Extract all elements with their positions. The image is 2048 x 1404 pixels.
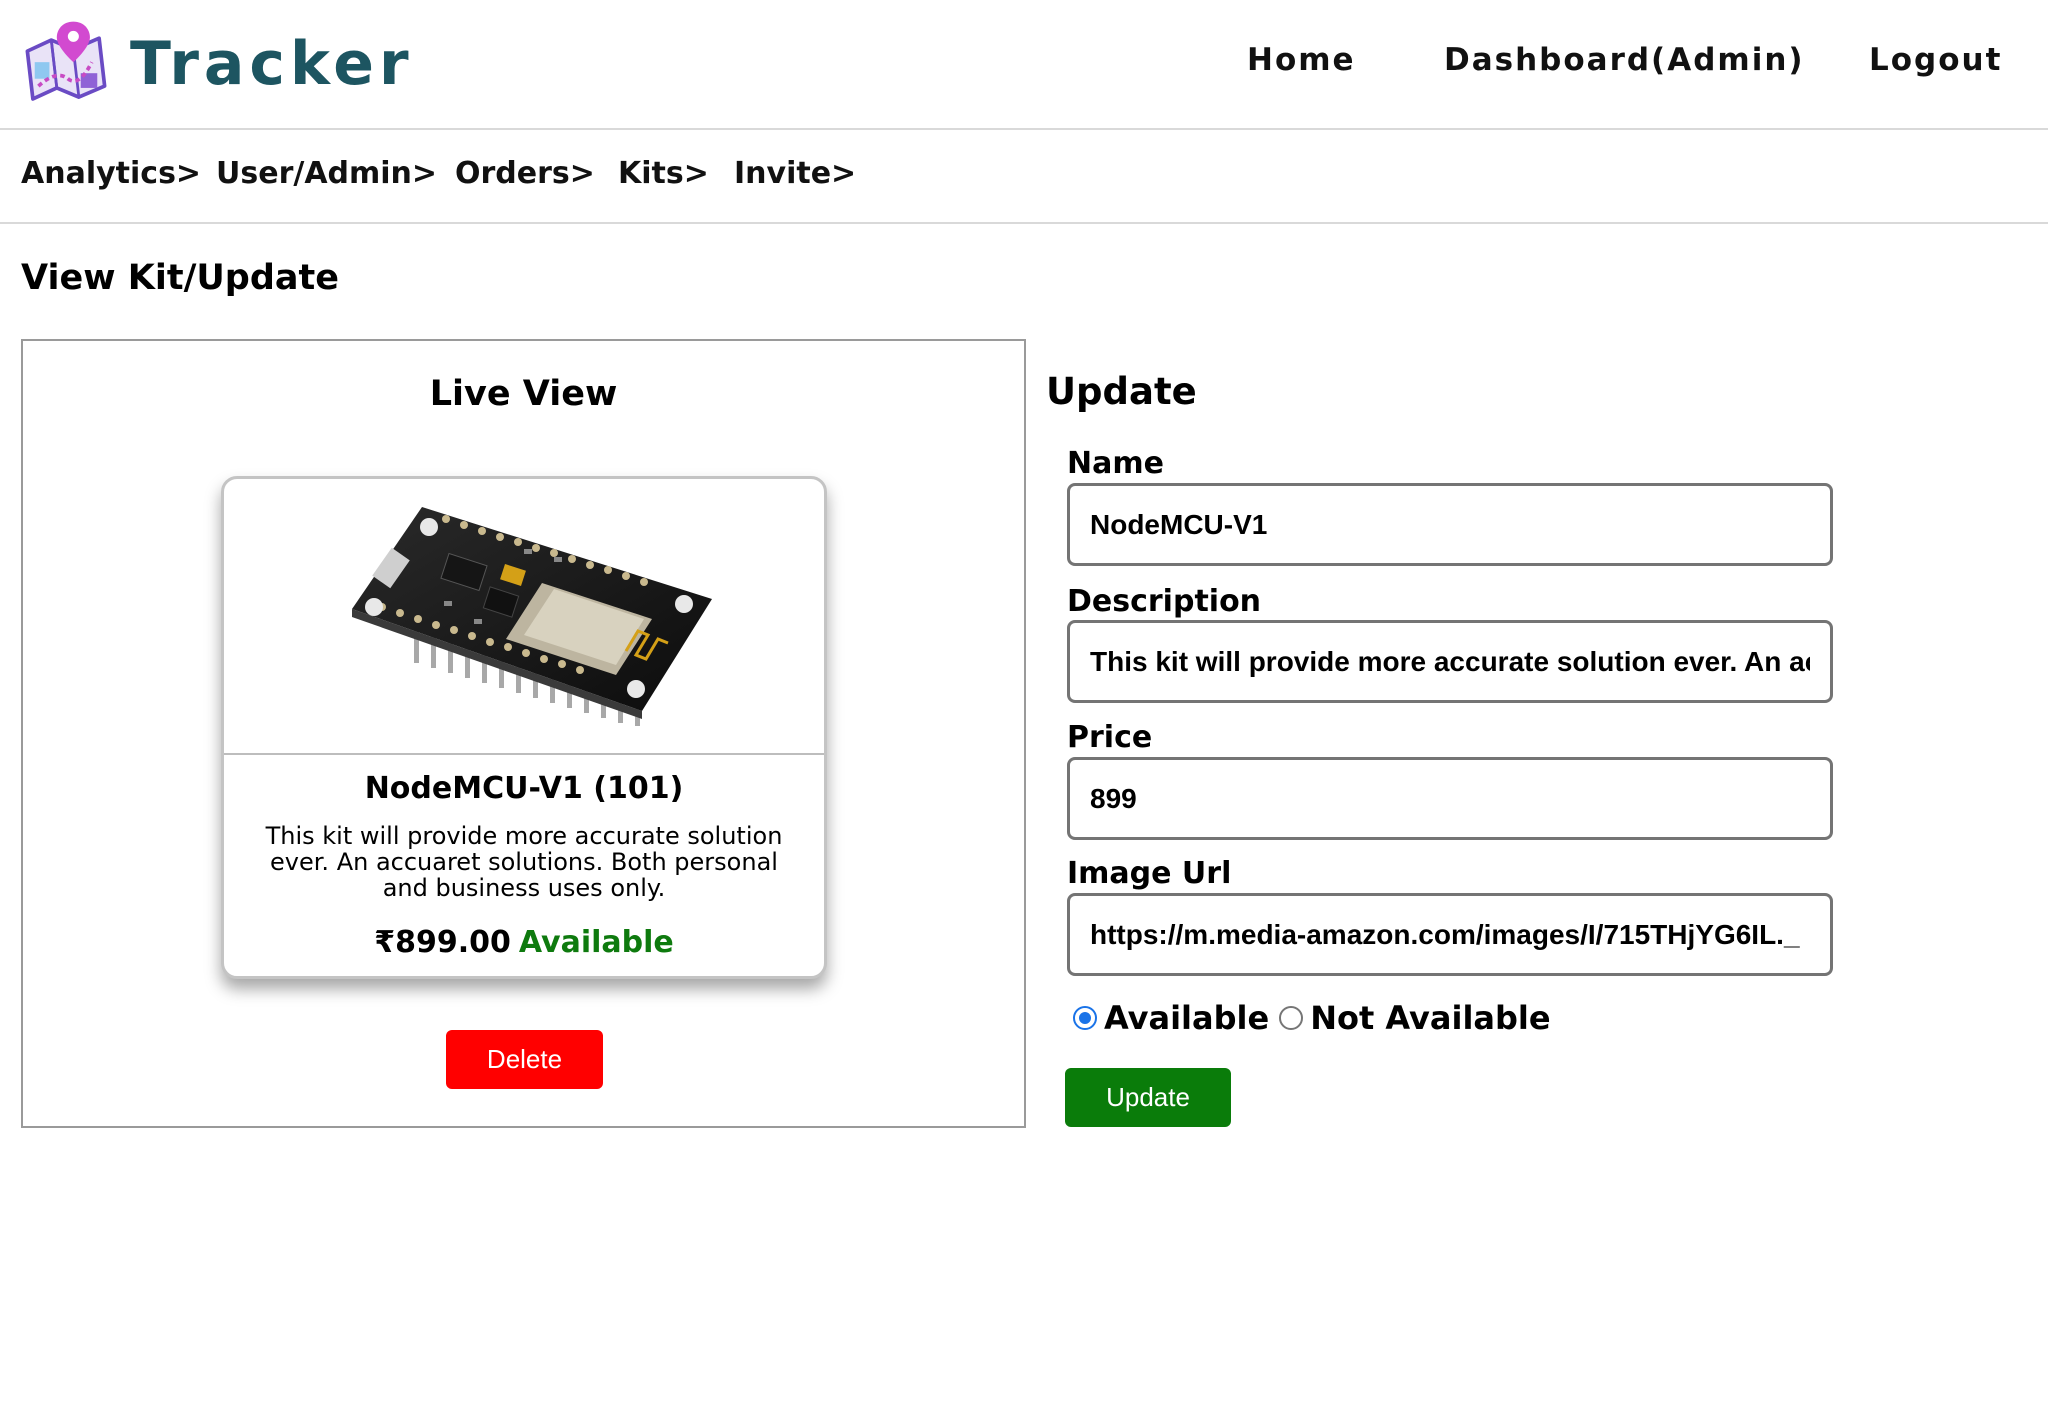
image-url-label: Image Url <box>1067 856 1232 891</box>
price-label: Price <box>1067 720 1153 755</box>
brand-name: Tracker <box>130 29 414 99</box>
subnav-kits-link[interactable]: Kits> <box>618 156 709 191</box>
available-radio-label[interactable]: Available <box>1104 999 1269 1037</box>
page-title: View Kit/Update <box>21 258 339 298</box>
kit-card-price-line: ₹899.00 Available <box>224 925 824 960</box>
kit-card-description: This kit will provide more accurate solu… <box>265 822 783 902</box>
update-button[interactable]: Update <box>1065 1068 1231 1127</box>
live-view-title: Live View <box>429 374 618 414</box>
kit-card-name: NodeMCU-V1 (101) <box>364 771 684 806</box>
kit-image <box>224 479 824 755</box>
update-form-title: Update <box>1046 370 1197 413</box>
top-navbar: Tracker Home Dashboard(Admin) Logout <box>0 0 2048 130</box>
price-input[interactable] <box>1067 757 1833 840</box>
nav-logout-link[interactable]: Logout <box>1869 42 2002 78</box>
map-pin-logo-icon <box>25 21 107 101</box>
name-label: Name <box>1067 446 1164 481</box>
admin-subnav: Analytics> User/Admin> Orders> Kits> Inv… <box>0 132 2048 224</box>
subnav-user-admin-link[interactable]: User/Admin> <box>216 156 437 191</box>
name-input[interactable] <box>1067 483 1833 566</box>
subnav-analytics-link[interactable]: Analytics> <box>21 156 201 191</box>
not-available-radio-label[interactable]: Not Available <box>1310 999 1550 1037</box>
brand[interactable]: Tracker <box>20 18 414 110</box>
subnav-orders-link[interactable]: Orders> <box>455 156 595 191</box>
image-url-input[interactable] <box>1067 893 1833 976</box>
nav-dashboard-link[interactable]: Dashboard(Admin) <box>1444 42 1805 78</box>
not-available-radio[interactable] <box>1279 1006 1304 1030</box>
available-radio[interactable] <box>1073 1006 1097 1030</box>
description-label: Description <box>1067 584 1262 619</box>
live-view-panel: Live View NodeMCU-V1 (101) This kit will… <box>21 339 1026 1128</box>
description-input[interactable] <box>1067 620 1833 703</box>
delete-button[interactable]: Delete <box>446 1030 603 1089</box>
nodemcu-board-image <box>352 507 712 726</box>
kit-card-price: ₹899.00 <box>374 925 511 960</box>
kit-card-status: Available <box>518 925 674 960</box>
subnav-invite-link[interactable]: Invite> <box>734 156 856 191</box>
availability-radio-group: Available Not Available <box>1073 996 1561 1040</box>
nav-home-link[interactable]: Home <box>1247 42 1356 78</box>
kit-preview-card: NodeMCU-V1 (101) This kit will provide m… <box>221 476 827 979</box>
